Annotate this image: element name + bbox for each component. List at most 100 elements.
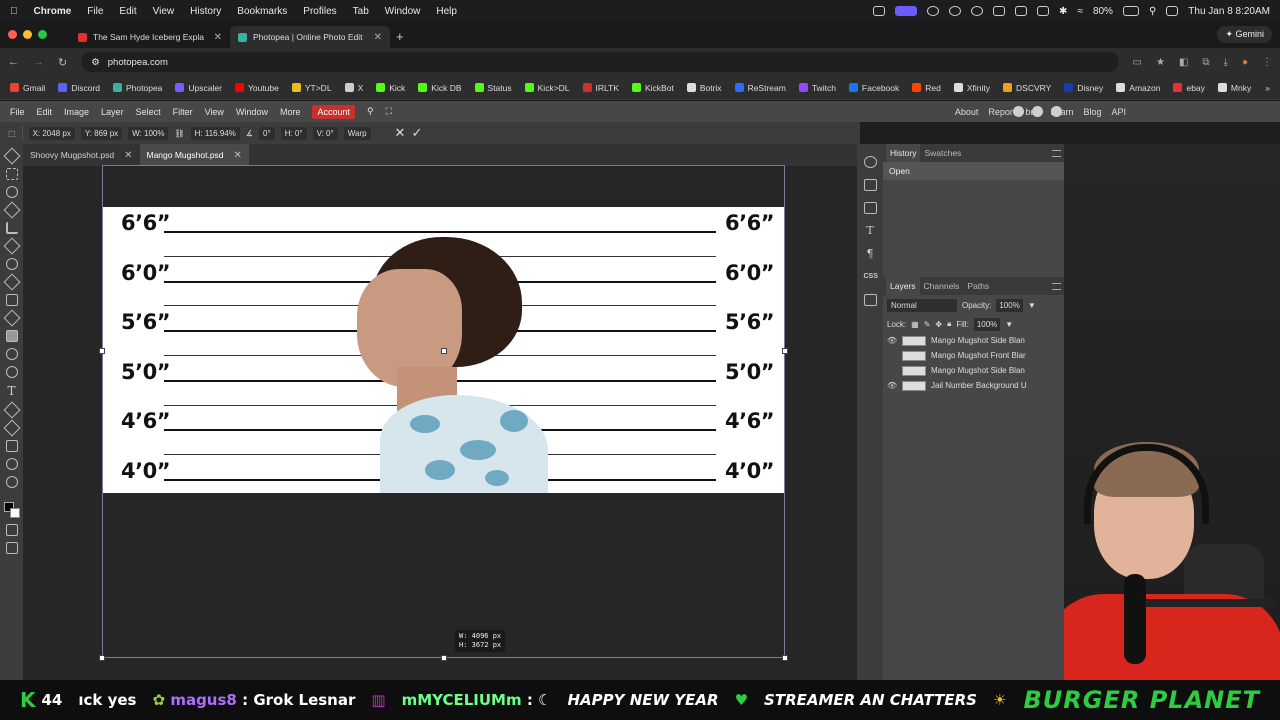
menu-tab[interactable]: Tab [353, 6, 369, 17]
minimize-window-button[interactable] [23, 30, 32, 39]
pp-menu-view[interactable]: View [199, 107, 230, 117]
transform-handle[interactable] [99, 348, 105, 354]
link-icon[interactable]: ⛓ [174, 129, 184, 138]
forward-icon[interactable]: → [33, 56, 44, 68]
datetime[interactable]: Thu Jan 8 8:20AM [1188, 6, 1270, 17]
bookmark-star-icon[interactable]: ★ [1156, 57, 1165, 68]
menu-bookmarks[interactable]: Bookmarks [237, 6, 287, 17]
site-info-icon[interactable]: ⚙ [91, 57, 100, 68]
angle-field[interactable]: 0° [259, 126, 275, 140]
pp-menu-file[interactable]: File [4, 107, 31, 117]
info-icon[interactable] [863, 156, 877, 168]
bookmark-kick[interactable]: Kick [376, 83, 405, 93]
height-field[interactable]: H: 116.94% [190, 126, 240, 140]
transform-handle[interactable] [99, 655, 105, 661]
apple-icon[interactable]:  [10, 6, 18, 17]
back-icon[interactable]: ← [8, 56, 19, 68]
opacity-field[interactable]: 100% [996, 298, 1023, 312]
skew-h-field[interactable]: H: 0° [280, 126, 307, 140]
pp-menu-filter[interactable]: Filter [167, 107, 199, 117]
layer-visibility-eye-icon[interactable]: 👁 [887, 381, 897, 390]
bookmark-dscvry[interactable]: DSCVRY [1003, 83, 1051, 93]
bookmark-status[interactable]: Status [474, 83, 512, 93]
browser-tab-photopea[interactable]: Photopea | Online Photo Edit ✕ [230, 26, 390, 48]
status-icon[interactable] [927, 6, 940, 16]
browser-tab-iceberg[interactable]: The Sam Hyde Iceberg Expla ✕ [70, 26, 230, 48]
menu-help[interactable]: Help [436, 6, 457, 17]
panel-menu-icon[interactable] [1052, 149, 1061, 157]
transform-handle[interactable] [441, 655, 447, 661]
layer-row[interactable]: Mango Mugshot Front Blar [883, 348, 1064, 363]
menu-view[interactable]: View [153, 6, 175, 17]
y-field[interactable]: Y: 869 px [80, 126, 123, 140]
character-icon[interactable]: T [864, 225, 877, 237]
layer-visibility-eye-icon[interactable]: 👁 [887, 336, 897, 345]
move-tool-icon[interactable] [3, 147, 20, 165]
display-icon[interactable] [1037, 6, 1050, 16]
brush-panel-icon[interactable] [863, 202, 877, 214]
bookmark-kick-db[interactable]: Kick DB [418, 83, 462, 93]
bluetooth-icon[interactable]: ✱ [1059, 6, 1067, 17]
layer-row[interactable]: Mango Mugshot Side Blan [883, 363, 1064, 378]
menu-profiles[interactable]: Profiles [303, 6, 336, 17]
twitter-icon[interactable] [1032, 106, 1043, 117]
bookmark-upscaler[interactable]: Upscaler [175, 83, 222, 93]
bookmark-kickbot[interactable]: KickBot [632, 83, 674, 93]
status-icon[interactable] [1015, 6, 1028, 16]
pp-menu-layer[interactable]: Layer [95, 107, 130, 117]
reddit-icon[interactable] [1013, 106, 1024, 117]
color-swatches[interactable] [3, 502, 20, 518]
tab-layers[interactable]: Layers [886, 277, 920, 295]
bookmark-mnky[interactable]: Mnky [1217, 83, 1251, 93]
bookmark-irltk[interactable]: IRLTK [582, 83, 619, 93]
pp-menu-select[interactable]: Select [130, 107, 167, 117]
transform-handle[interactable] [782, 655, 788, 661]
screen-mode-icon[interactable] [5, 542, 18, 554]
transform-bounding-box[interactable] [99, 165, 788, 661]
lasso-tool-icon[interactable] [5, 186, 18, 198]
link-blog[interactable]: Blog [1083, 107, 1101, 117]
fullscreen-icon[interactable]: ⛶ [380, 106, 398, 117]
link-about[interactable]: About [955, 107, 979, 117]
cancel-transform-icon[interactable]: ✕ [395, 125, 406, 141]
new-tab-button[interactable]: + [396, 29, 404, 44]
status-icon[interactable] [949, 6, 962, 16]
reload-icon[interactable]: ↻ [58, 56, 67, 69]
brush-tool-icon[interactable] [3, 273, 20, 291]
menu-history[interactable]: History [190, 6, 221, 17]
volume-icon[interactable] [993, 6, 1006, 16]
bookmark-photopea[interactable]: Photopea [113, 83, 162, 93]
lock-position-icon[interactable]: ✥ [935, 320, 942, 329]
image-icon[interactable] [863, 294, 877, 306]
pp-menu-image[interactable]: Image [58, 107, 95, 117]
bookmark-disney[interactable]: Disney [1064, 83, 1103, 93]
zoom-window-button[interactable] [38, 30, 47, 39]
pp-menu-window[interactable]: Window [230, 107, 274, 117]
bookmark-youtube[interactable]: Youtube [234, 83, 279, 93]
bookmark-botrix[interactable]: Botrix [686, 83, 722, 93]
css-icon[interactable]: CSS [864, 271, 878, 283]
chrome-menu-icon[interactable]: ⋮ [1262, 57, 1272, 68]
shape-tool-icon[interactable] [5, 440, 18, 452]
play-icon[interactable] [971, 6, 984, 16]
close-tab-icon[interactable]: ✕ [374, 32, 382, 43]
paragraph-icon[interactable]: ¶ [864, 248, 877, 260]
close-window-button[interactable] [8, 30, 17, 39]
facebook-icon[interactable] [1051, 106, 1062, 117]
fill-field[interactable]: 100% [973, 317, 1001, 331]
bookmark-xfinity[interactable]: Xfinity [953, 83, 990, 93]
blur-tool-icon[interactable] [5, 348, 18, 360]
control-center-icon[interactable] [1166, 6, 1179, 16]
gemini-button[interactable]: ✦ Gemini [1217, 26, 1272, 43]
dodge-tool-icon[interactable] [5, 366, 18, 378]
bookmark-ebay[interactable]: ebay [1173, 83, 1205, 93]
install-icon[interactable]: ▭ [1133, 57, 1142, 68]
bookmark-amazon[interactable]: Amazon [1116, 83, 1160, 93]
bookmark-yt-dl[interactable]: YT>DL [291, 83, 332, 93]
screen-recording-icon[interactable] [895, 6, 918, 16]
healing-tool-icon[interactable] [5, 258, 18, 270]
bookmark-discord[interactable]: Discord [58, 83, 100, 93]
tab-channels[interactable]: Channels [920, 277, 964, 295]
bookmark-gmail[interactable]: Gmail [10, 83, 45, 93]
panel-menu-icon[interactable] [1052, 282, 1061, 290]
